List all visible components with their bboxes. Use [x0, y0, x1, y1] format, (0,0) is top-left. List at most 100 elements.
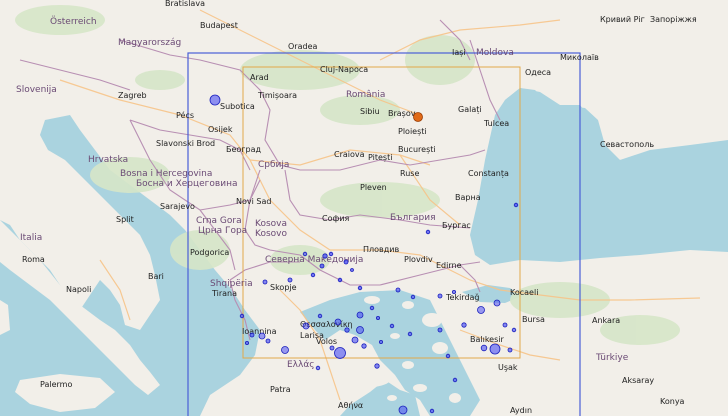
- quake-marker[interactable]: [398, 405, 408, 415]
- quake-marker[interactable]: [350, 268, 354, 272]
- city-label: Skopje: [270, 283, 297, 292]
- quake-marker[interactable]: [329, 345, 335, 351]
- quake-marker[interactable]: [461, 322, 467, 328]
- city-label: Roma: [22, 255, 45, 264]
- city-label: Napoli: [66, 285, 91, 294]
- quake-marker[interactable]: [244, 340, 249, 345]
- city-label: Plovdiv: [404, 255, 433, 264]
- quake-marker[interactable]: [489, 343, 501, 355]
- quake-marker[interactable]: [445, 353, 451, 359]
- country-label: Bosna i Hercegovina: [120, 169, 212, 179]
- quake-marker[interactable]: [374, 363, 380, 369]
- city-label: Запоріжжя: [650, 15, 697, 24]
- city-label: Kocaeli: [510, 288, 538, 297]
- quake-marker[interactable]: [480, 344, 488, 352]
- quake-marker[interactable]: [334, 347, 346, 359]
- city-label: Ankara: [592, 316, 620, 325]
- quake-marker-highlight[interactable]: [413, 112, 423, 122]
- quake-marker[interactable]: [258, 332, 266, 340]
- quake-marker[interactable]: [265, 338, 271, 344]
- quake-marker[interactable]: [302, 322, 310, 330]
- city-label: Balıkesir: [470, 335, 504, 344]
- country-label: Црна Гора: [198, 226, 247, 236]
- quake-marker[interactable]: [249, 332, 255, 338]
- city-label: Iași: [452, 48, 466, 58]
- country-label: Kosovo: [255, 229, 287, 239]
- country-label: Magyarország: [118, 38, 181, 48]
- quake-marker[interactable]: [429, 408, 435, 414]
- quake-marker[interactable]: [395, 287, 401, 293]
- city-label: Edirne: [436, 261, 462, 270]
- quake-marker[interactable]: [287, 277, 293, 283]
- map-canvas[interactable]: Slovenija Magyarország Hrvatska Bosna i …: [0, 0, 728, 416]
- quake-marker[interactable]: [502, 322, 508, 328]
- city-label: Timișoara: [257, 91, 297, 101]
- quake-marker[interactable]: [351, 336, 359, 344]
- city-label: București: [398, 145, 436, 155]
- quake-marker[interactable]: [389, 323, 395, 329]
- quake-marker[interactable]: [319, 263, 325, 269]
- city-label: Oradea: [288, 42, 317, 51]
- quake-marker[interactable]: [477, 306, 485, 314]
- city-label: Пловдив: [363, 245, 399, 254]
- quake-marker[interactable]: [281, 346, 289, 354]
- quake-marker[interactable]: [361, 343, 367, 349]
- quake-marker[interactable]: [322, 253, 328, 259]
- city-label: Bursa: [522, 315, 545, 324]
- quake-marker[interactable]: [425, 229, 431, 235]
- quake-marker[interactable]: [437, 327, 443, 333]
- quake-marker[interactable]: [437, 293, 443, 299]
- quake-marker[interactable]: [511, 327, 517, 333]
- quake-marker[interactable]: [378, 339, 383, 344]
- quake-marker[interactable]: [451, 289, 456, 294]
- city-label: София: [322, 214, 350, 223]
- city-label: Aydın: [510, 406, 532, 415]
- city-label: Cluj-Napoca: [320, 65, 368, 74]
- quake-marker[interactable]: [493, 299, 501, 307]
- country-label: Italia: [20, 233, 42, 243]
- country-label: Kosova: [255, 219, 287, 229]
- city-label: Tulcea: [483, 119, 509, 128]
- city-label: Aksaray: [622, 376, 654, 385]
- quake-marker[interactable]: [357, 285, 363, 291]
- quake-marker[interactable]: [507, 347, 513, 353]
- country-label: Србија: [258, 160, 289, 170]
- quake-marker[interactable]: [344, 327, 350, 333]
- quake-marker[interactable]: [356, 311, 364, 319]
- country-label: Ελλάς: [287, 360, 315, 370]
- quake-marker[interactable]: [209, 94, 221, 106]
- city-label: Constanța: [468, 169, 509, 179]
- city-label: Варна: [455, 193, 481, 202]
- quake-marker[interactable]: [410, 294, 416, 300]
- country-label: România: [346, 90, 385, 100]
- quake-marker[interactable]: [262, 279, 268, 285]
- quake-marker[interactable]: [315, 365, 321, 371]
- quake-marker[interactable]: [310, 272, 316, 278]
- quake-marker[interactable]: [407, 331, 413, 337]
- city-label: Bratislava: [165, 0, 205, 8]
- country-label: Crna Gora: [196, 216, 242, 226]
- quake-marker[interactable]: [369, 305, 375, 311]
- city-label: Zagreb: [118, 91, 147, 100]
- city-label: Tekirdağ: [445, 293, 480, 302]
- city-label: Novi Sad: [236, 197, 271, 206]
- country-label: Shqipëria: [210, 279, 253, 289]
- city-label: Bari: [148, 272, 164, 281]
- quake-marker[interactable]: [334, 318, 342, 326]
- quake-marker[interactable]: [452, 377, 458, 383]
- quake-marker[interactable]: [375, 315, 380, 320]
- quake-marker[interactable]: [356, 326, 364, 334]
- city-label: Podgorica: [190, 248, 229, 257]
- quake-marker[interactable]: [302, 251, 308, 257]
- city-label: Pécs: [176, 110, 194, 120]
- quake-marker[interactable]: [337, 277, 343, 283]
- city-label: Sarajevo: [160, 202, 195, 211]
- city-label: Београд: [226, 145, 261, 154]
- quake-marker[interactable]: [513, 202, 519, 208]
- country-label: България: [390, 213, 436, 223]
- quake-marker[interactable]: [239, 313, 245, 319]
- quake-marker[interactable]: [328, 251, 334, 257]
- quake-marker[interactable]: [343, 259, 349, 265]
- quake-marker[interactable]: [317, 313, 323, 319]
- country-label: Hrvatska: [88, 155, 128, 165]
